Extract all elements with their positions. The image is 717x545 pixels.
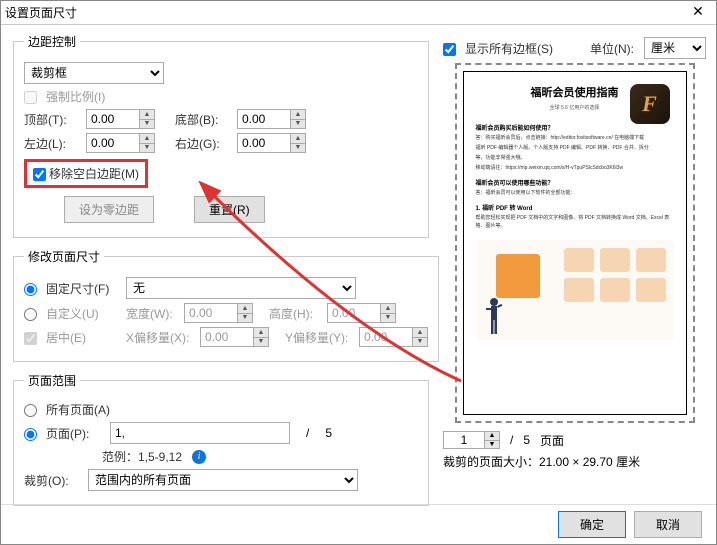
pages-label: 页面(P): bbox=[46, 425, 104, 442]
dialog-footer: 确定 取消 bbox=[1, 504, 716, 544]
height-label: 高度(H): bbox=[269, 305, 321, 322]
right-spin[interactable]: ▲▼ bbox=[237, 133, 306, 153]
unit-select[interactable]: 厘米 bbox=[644, 37, 706, 59]
width-spin: ▲▼ bbox=[184, 303, 253, 323]
width-label: 宽度(W): bbox=[126, 305, 178, 322]
margin-control-group: 边距控制 裁剪框 强制比例(I) 顶部(T): ▲▼ 底部(B): ▲▼ bbox=[13, 33, 429, 238]
page-size-group: 修改页面尺寸 固定尺寸(F) 无 自定义(U) 宽度(W): ▲▼ 高度(H):… bbox=[13, 248, 439, 362]
yoff-spin: ▲▼ bbox=[359, 327, 428, 347]
total-pages: 5 bbox=[325, 426, 332, 440]
force-ratio-checkbox bbox=[24, 91, 37, 104]
unit-label: 单位(N): bbox=[590, 40, 634, 57]
left-spin[interactable]: ▲▼ bbox=[86, 133, 155, 153]
range-example: 范例：1,5-9,12 bbox=[102, 448, 182, 465]
preview-pages-label: 页面 bbox=[540, 432, 564, 449]
remove-white-checkbox[interactable] bbox=[33, 168, 46, 181]
preview-total: 5 bbox=[523, 433, 530, 447]
cancel-button[interactable]: 取消 bbox=[634, 511, 702, 538]
preview-page: F 福昕会员使用指南 全球 5.6 亿用户的选择 福昕会员购买后能如何使用？ 答… bbox=[463, 71, 687, 415]
spin-up-icon[interactable]: ▲ bbox=[139, 110, 154, 120]
right-input[interactable] bbox=[238, 134, 290, 152]
center-checkbox bbox=[24, 332, 37, 345]
bottom-input[interactable] bbox=[238, 110, 290, 128]
titlebar: 设置页面尺寸 ✕ bbox=[1, 1, 716, 25]
pages-radio[interactable] bbox=[24, 428, 37, 441]
margin-legend: 边距控制 bbox=[24, 33, 80, 50]
remove-white-highlight: 移除空白边距(M) bbox=[24, 159, 148, 188]
right-label: 右边(G): bbox=[175, 135, 231, 152]
preview-page-input[interactable] bbox=[444, 432, 484, 448]
page-size-dialog: 设置页面尺寸 ✕ 边距控制 裁剪框 强制比例(I) 顶部(T): ▲▼ bbox=[0, 0, 717, 545]
range-legend: 页面范围 bbox=[24, 372, 80, 389]
xoff-label: X偏移量(X): bbox=[126, 329, 194, 346]
preview-page-spin[interactable]: ▲▼ bbox=[443, 431, 500, 449]
fixed-size-label: 固定尺寸(F) bbox=[46, 280, 120, 297]
force-ratio-label: 强制比例(I) bbox=[46, 88, 105, 105]
pages-input[interactable] bbox=[110, 422, 290, 444]
close-icon[interactable]: ✕ bbox=[684, 3, 712, 23]
custom-size-radio[interactable] bbox=[24, 308, 37, 321]
fixed-size-radio[interactable] bbox=[24, 283, 37, 296]
top-spin[interactable]: ▲▼ bbox=[86, 109, 155, 129]
zero-margin-button[interactable]: 设为零边距 bbox=[64, 196, 154, 223]
yoff-label: Y偏移量(Y): bbox=[285, 329, 353, 346]
left-label: 左边(L): bbox=[24, 135, 80, 152]
reset-button[interactable]: 重置(R) bbox=[194, 196, 265, 223]
crop-info: 裁剪的页面大小：21.00 × 29.70 厘米 bbox=[443, 453, 706, 470]
page-range-group: 页面范围 所有页面(A) 页面(P): / 5 范例：1,5-9,12 i bbox=[13, 372, 429, 506]
preview-area[interactable]: F 福昕会员使用指南 全球 5.6 亿用户的选择 福昕会员购买后能如何使用？ 答… bbox=[455, 63, 695, 423]
fixed-size-select[interactable]: 无 bbox=[126, 277, 356, 299]
bottom-spin[interactable]: ▲▼ bbox=[237, 109, 306, 129]
show-all-borders-checkbox[interactable] bbox=[443, 43, 456, 56]
spin-down-icon[interactable]: ▼ bbox=[139, 120, 154, 129]
crop-select[interactable]: 范围内的所有页面 bbox=[88, 469, 358, 491]
slash: / bbox=[306, 426, 309, 440]
all-pages-label: 所有页面(A) bbox=[46, 401, 110, 418]
dialog-title: 设置页面尺寸 bbox=[5, 4, 684, 21]
remove-white-label: 移除空白边距(M) bbox=[49, 165, 139, 182]
all-pages-radio[interactable] bbox=[24, 404, 37, 417]
ok-button[interactable]: 确定 bbox=[558, 511, 626, 538]
top-input[interactable] bbox=[87, 110, 139, 128]
bottom-label: 底部(B): bbox=[175, 111, 231, 128]
show-all-borders-label: 显示所有边框(S) bbox=[465, 40, 553, 57]
xoff-spin: ▲▼ bbox=[200, 327, 269, 347]
thumb-main bbox=[496, 254, 540, 298]
left-input[interactable] bbox=[87, 134, 139, 152]
custom-size-label: 自定义(U) bbox=[46, 305, 120, 322]
info-icon[interactable]: i bbox=[192, 450, 206, 464]
height-spin: ▲▼ bbox=[327, 303, 396, 323]
pagesize-legend: 修改页面尺寸 bbox=[24, 248, 104, 265]
brand-badge: F bbox=[630, 84, 670, 124]
top-label: 顶部(T): bbox=[24, 111, 80, 128]
center-label: 居中(E) bbox=[46, 329, 120, 346]
box-type-select[interactable]: 裁剪框 bbox=[24, 62, 164, 84]
preview-thumbs bbox=[476, 240, 674, 340]
crop-label: 裁剪(O): bbox=[24, 472, 82, 489]
